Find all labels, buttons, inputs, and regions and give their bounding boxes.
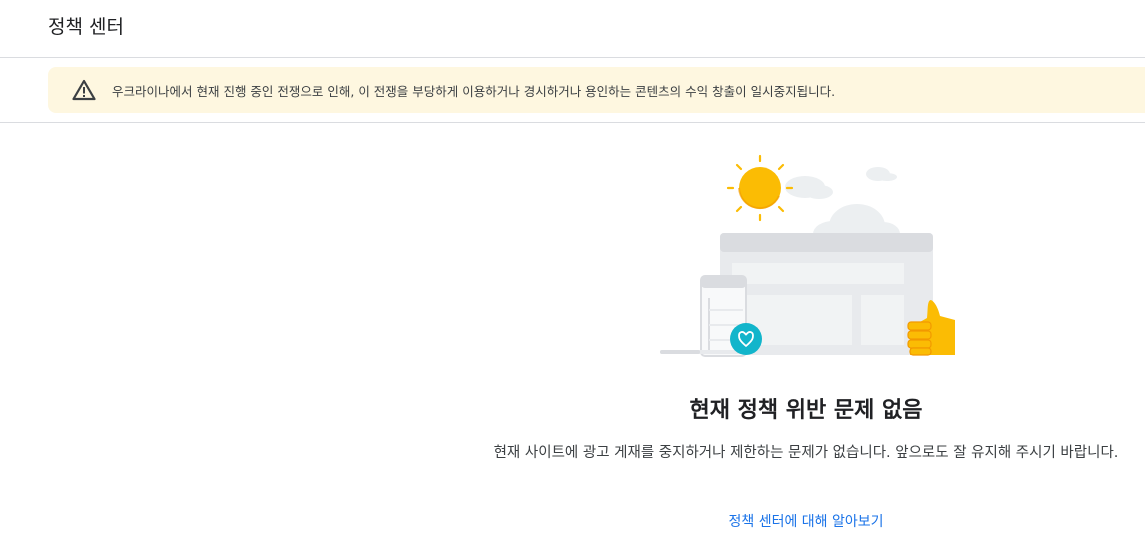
- empty-state-title: 현재 정책 위반 문제 없음: [689, 398, 923, 423]
- page-header: 정책 센터: [0, 0, 1145, 58]
- no-issues-illustration: [660, 154, 955, 357]
- page-title: 정책 센터: [48, 16, 124, 38]
- empty-state-description: 현재 사이트에 광고 게재를 중지하거나 제한하는 문제가 없습니다. 앞으로도…: [493, 445, 1119, 461]
- alert-band: 우크라이나에서 현재 진행 중인 전쟁으로 인해, 이 전쟁을 부당하게 이용하…: [0, 58, 1145, 123]
- alert-message: 우크라이나에서 현재 진행 중인 전쟁으로 인해, 이 전쟁을 부당하게 이용하…: [112, 84, 836, 99]
- learn-about-policy-center-link[interactable]: 정책 센터에 대해 알아보기: [0, 511, 1145, 531]
- sun-icon: [726, 154, 794, 222]
- war-notice-banner: 우크라이나에서 현재 진행 중인 전쟁으로 인해, 이 전쟁을 부당하게 이용하…: [48, 67, 1145, 113]
- heart-icon: [730, 323, 762, 355]
- warning-icon: [72, 79, 96, 101]
